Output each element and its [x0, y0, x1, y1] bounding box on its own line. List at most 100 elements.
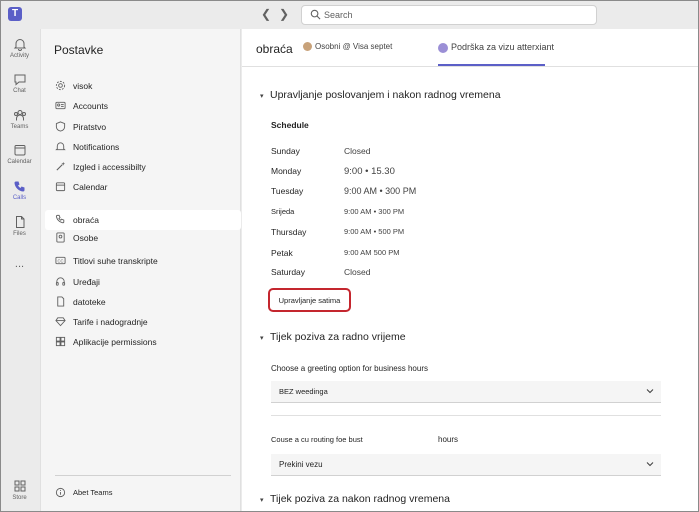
schedule-day: Tuesday — [271, 186, 304, 196]
settings-item-label: Abet Teams — [73, 488, 113, 497]
divider — [271, 415, 661, 416]
routing-dropdown[interactable]: Prekini vezu — [271, 454, 661, 476]
settings-item-accounts[interactable]: Accounts — [45, 96, 241, 116]
tab-label: Podrška za vizu atterxiant — [451, 42, 555, 52]
settings-item-notifications[interactable]: Notifications — [45, 137, 241, 157]
rail-item-files[interactable]: Files — [1, 215, 38, 247]
settings-item-calls[interactable]: obraća — [45, 210, 241, 230]
settings-panel: Postavke visok Accounts Piratstvo Notifi… — [40, 29, 241, 511]
section-call-flow-after-hours[interactable]: ▾ Tijek poziva za nakon radnog vremena — [260, 493, 450, 505]
settings-item-devices[interactable]: Uređaji — [45, 272, 241, 292]
chevron-down-icon: ▾ — [260, 93, 264, 100]
rail-item-more[interactable]: ... — [1, 259, 38, 291]
phone-icon — [14, 181, 24, 192]
routing-label-suffix: hours — [438, 435, 459, 444]
forward-arrow-icon[interactable]: ❯ — [277, 7, 291, 21]
settings-item-people[interactable]: Osobe — [45, 228, 241, 248]
settings-item-label: Titlovi suhe transkripte — [73, 256, 158, 266]
schedule-day: Sunday — [271, 146, 300, 156]
tab-support[interactable]: Podrška za vizu atterxiant — [438, 42, 554, 53]
diamond-icon — [55, 317, 66, 327]
search-icon — [310, 9, 321, 20]
section-business-hours[interactable]: ▾ Upravljanje poslovanjem i nakon radnog … — [260, 89, 501, 101]
settings-item-label: Aplikacije permissions — [73, 337, 157, 347]
headset-icon — [55, 277, 66, 286]
contact-card-icon — [56, 232, 65, 243]
calendar-icon — [55, 182, 66, 192]
settings-item-label: datoteke — [73, 297, 106, 307]
dropdown-value: BEZ weedinga — [279, 387, 328, 396]
phone-icon — [55, 214, 65, 224]
section-heading: Tijek poziva za radno vrijeme — [270, 331, 406, 343]
schedule-time: Closed — [344, 146, 371, 156]
schedule-time: 9:00 AM • 300 PM — [344, 207, 405, 216]
rail-label: Files — [13, 231, 26, 237]
settings-title: Postavke — [54, 43, 104, 57]
schedule-time: 9:00 AM 500 PM — [344, 248, 400, 257]
greeting-dropdown[interactable]: BEZ weedinga — [271, 381, 661, 403]
schedule-time: 9:00 AM • 500 PM — [344, 227, 405, 236]
settings-item-label: visok — [73, 81, 93, 91]
rail-item-teams[interactable]: Teams — [1, 108, 38, 140]
chevron-down-icon — [646, 389, 654, 394]
search-box[interactable] — [301, 5, 597, 25]
back-arrow-icon[interactable]: ❮ — [259, 7, 273, 21]
shield-icon — [55, 121, 66, 132]
bell-icon — [13, 39, 26, 51]
id-card-icon — [55, 101, 66, 110]
bell-icon — [55, 142, 66, 151]
rail-item-calendar[interactable]: Calendar — [1, 143, 38, 175]
settings-item-label: Izgled i accessibilty — [73, 162, 146, 172]
store-icon — [14, 480, 25, 492]
calendar-icon — [14, 145, 25, 156]
rail-label: Chat — [13, 88, 26, 94]
tab-personal[interactable]: Osobni @ Visa septet — [303, 42, 393, 52]
section-heading: Upravljanje poslovanjem i nakon radnog v… — [270, 89, 501, 101]
content-header: obraća Osobni @ Visa septet Podrška za v… — [242, 29, 698, 67]
section-call-flow-business[interactable]: ▾ Tijek poziva za radno vrijeme — [260, 331, 406, 343]
wand-icon — [56, 161, 66, 171]
chevron-down-icon: ▾ — [260, 497, 264, 504]
settings-item-captions[interactable]: CC Titlovi suhe transkripte — [45, 251, 241, 271]
info-icon — [55, 487, 66, 498]
cc-icon: CC — [55, 256, 66, 265]
rail-item-calls[interactable]: Calls — [1, 179, 38, 211]
settings-item-appearance[interactable]: Izgled i accessibilty — [45, 157, 241, 177]
settings-item-label: Uređaji — [73, 277, 100, 287]
schedule-day: Saturday — [271, 267, 306, 277]
settings-item-label: obraća — [73, 215, 99, 225]
schedule-day: Thursday — [271, 227, 307, 237]
settings-item-label: Piratstvo — [73, 122, 107, 132]
settings-item-general[interactable]: visok — [45, 76, 241, 96]
dropdown-value: Prekini vezu — [279, 460, 323, 469]
manage-hours-button[interactable]: Upravljanje satima — [268, 288, 351, 312]
app-rail: Activity Chat Teams Calendar Calls Files… — [1, 29, 38, 511]
search-input[interactable] — [324, 8, 584, 22]
file-icon — [15, 216, 24, 228]
settings-item-calendar[interactable]: Calendar — [45, 177, 241, 197]
teams-icon — [13, 110, 26, 121]
settings-item-label: Accounts — [73, 101, 108, 111]
tab-label: Osobni @ Visa septet — [315, 42, 393, 51]
section-heading: Tijek poziva za nakon radnog vremena — [270, 493, 450, 505]
settings-item-app-permissions[interactable]: Aplikacije permissions — [45, 332, 241, 352]
schedule-title: Schedule — [271, 120, 309, 130]
rail-item-chat[interactable]: Chat — [1, 72, 38, 104]
settings-item-label: Notifications — [73, 142, 120, 152]
schedule-day: Srijeda — [271, 207, 295, 216]
schedule-time: 9:00 AM • 300 PM — [344, 186, 417, 196]
title-bar: T ❮ ❯ — [1, 1, 698, 29]
settings-item-privacy[interactable]: Piratstvo — [45, 117, 241, 137]
svg-text:CC: CC — [58, 258, 64, 263]
settings-item-label: Tarife i nadogradnje — [73, 317, 148, 327]
schedule-time: Closed — [344, 267, 371, 277]
app-window: T ❮ ❯ Activity Chat Teams Calendar Calls — [0, 0, 699, 512]
chevron-down-icon: ▾ — [260, 335, 264, 342]
rail-item-activity[interactable]: Activity — [1, 37, 38, 69]
rail-item-store[interactable]: Store — [1, 479, 38, 511]
settings-item-files[interactable]: datoteke — [45, 292, 241, 312]
calls-settings-content: obraća Osobni @ Visa septet Podrška za v… — [242, 29, 698, 511]
settings-item-about[interactable]: Abet Teams — [45, 483, 241, 503]
settings-item-plans[interactable]: Tarife i nadogradnje — [45, 312, 241, 332]
settings-item-label: Osobe — [73, 233, 99, 243]
